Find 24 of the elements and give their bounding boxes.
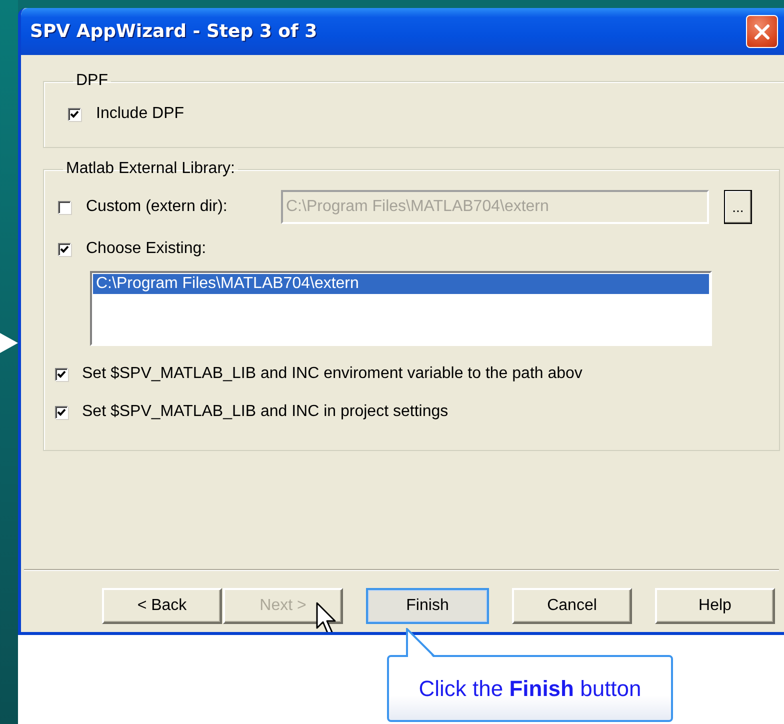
checkbox[interactable] (58, 200, 71, 214)
dialog-button[interactable]: < Back (102, 588, 222, 624)
dialog-button[interactable]: Help (655, 588, 775, 624)
close-icon (753, 22, 771, 40)
browse-button[interactable]: ... (724, 190, 752, 224)
checkbox-label: Set $SPV_MATLAB_LIB and INC in project settings (82, 403, 448, 421)
list-item[interactable]: C:\Program Files\MATLAB704\extern (93, 274, 709, 294)
callout-bubble: Click the Finish button (387, 655, 673, 722)
checkbox-label: Custom (extern dir): (86, 198, 228, 216)
dialog-button[interactable]: Finish (366, 588, 489, 624)
window-title: SPV AppWizard - Step 3 of 3 (30, 21, 318, 42)
checkbox[interactable] (55, 368, 68, 380)
group-title: DPF (75, 72, 109, 90)
triangle-icon (0, 333, 18, 353)
checkbox-label: Choose Existing: (86, 240, 206, 258)
dialog-button[interactable]: Cancel (512, 588, 632, 624)
checkbox[interactable] (55, 406, 68, 418)
group-title: Matlab External Library: (65, 160, 236, 178)
checkbox-label: Include DPF (96, 105, 184, 123)
checkbox[interactable] (68, 108, 81, 120)
checkbox[interactable] (58, 242, 71, 256)
checkbox-label: Set $SPV_MATLAB_LIB and INC enviroment variable to the path abov (82, 365, 582, 383)
mouse-cursor-icon (316, 602, 338, 632)
close-button[interactable] (746, 15, 778, 48)
